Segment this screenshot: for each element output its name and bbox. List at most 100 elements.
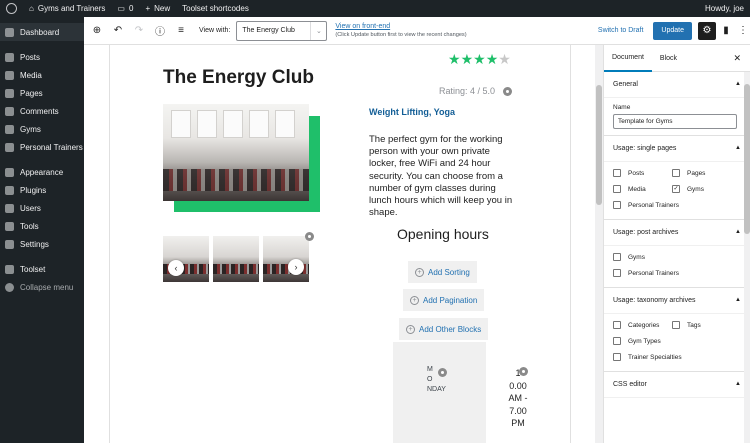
toolset-panel-button[interactable]: ▮ (719, 22, 733, 40)
opening-hours-heading[interactable]: Opening hours (397, 226, 489, 242)
name-field[interactable]: Template for Gyms (613, 114, 737, 129)
checkbox-gym-types[interactable] (613, 337, 621, 345)
checkbox-label: Tags (687, 321, 701, 329)
time-line: PM (511, 418, 525, 428)
comment-icon (5, 106, 14, 116)
sidebar-item-users[interactable]: Users (0, 199, 84, 217)
time-line: AM - (508, 393, 528, 403)
info-button[interactable]: ⓘ (152, 23, 168, 39)
panel-post-archives-header[interactable]: Usage: post archives ▲ (604, 220, 750, 246)
sidebar-item-gyms[interactable]: Gyms (0, 120, 84, 138)
checkbox-media[interactable] (613, 185, 621, 193)
checkbox-pages[interactable] (672, 169, 680, 177)
page-title[interactable]: The Energy Club (163, 67, 314, 89)
canvas-scrollbar[interactable] (595, 45, 603, 443)
howdy-label: Howdy, joe (705, 4, 744, 13)
sidebar-item-posts[interactable]: Posts (0, 48, 84, 66)
panel-general-header[interactable]: General ▲ (604, 72, 750, 98)
panel-single-pages-header[interactable]: Usage: single pages ▲ (604, 136, 750, 162)
close-icon[interactable]: ✕ (733, 53, 741, 64)
tab-block[interactable]: Block (652, 45, 685, 72)
tab-document[interactable]: Document (604, 45, 652, 72)
sidebar-item-toolset[interactable]: Toolset (0, 260, 84, 278)
sidebar-item-tools[interactable]: Tools (0, 217, 84, 235)
outline-button[interactable]: ≡ (173, 23, 189, 39)
update-button[interactable]: Update (653, 21, 692, 40)
star-filled-icon: ★ (485, 51, 499, 67)
checkbox-label: Posts (628, 169, 645, 177)
opening-day-cell[interactable]: M O NDAY (393, 342, 486, 443)
gallery-thumbnail[interactable] (213, 236, 259, 282)
day-line: NDAY (427, 386, 446, 393)
opening-time[interactable]: 1 0.00 AM - 7.00 PM (498, 367, 538, 430)
panel-css-editor-header[interactable]: CSS editor ▲ (604, 372, 750, 398)
rating-text-block: Rating: 4 / 5.0 (439, 86, 512, 97)
dynamic-source-icon[interactable] (438, 368, 447, 377)
site-name-link[interactable]: ⌂ Gyms and Trainers (23, 0, 111, 17)
undo-button[interactable]: ↶ (110, 23, 126, 39)
more-options-button[interactable]: ⋮ (736, 22, 750, 40)
checkbox-label: Gym Types (628, 337, 661, 345)
sidebar-item-label: Gyms (20, 124, 41, 134)
toolset-icon (5, 264, 14, 274)
panel-title: Usage: taxonomy archives (613, 297, 696, 304)
redo-button[interactable]: ↷ (131, 23, 147, 39)
checkbox-row: Posts Pages (604, 165, 750, 181)
gym-main-image[interactable] (163, 104, 309, 201)
checkbox-categories[interactable] (613, 321, 621, 329)
view-frontend-link[interactable]: View on front-end (335, 22, 466, 31)
account-menu[interactable]: Howdy, joe (699, 0, 750, 17)
settings-gear-button[interactable]: ⚙ (698, 21, 716, 40)
switch-to-draft-button[interactable]: Switch to Draft (598, 27, 644, 34)
sidebar-item-settings[interactable]: Settings (0, 235, 84, 253)
checkbox-archive-personal-trainers[interactable] (613, 269, 621, 277)
add-pagination-button[interactable]: + Add Pagination (403, 289, 485, 311)
checkbox-archive-gyms[interactable] (613, 253, 621, 261)
chevron-left-icon: ‹ (174, 263, 178, 273)
add-sorting-button[interactable]: + Add Sorting (408, 261, 477, 283)
gym-tags[interactable]: Weight Lifting, Yoga (369, 107, 455, 117)
checkbox-posts[interactable] (613, 169, 621, 177)
dynamic-source-icon[interactable] (502, 87, 512, 97)
gallery-thumbnail[interactable] (263, 236, 309, 282)
gallery-prev-button[interactable]: ‹ (168, 260, 184, 276)
sidebar-item-dashboard[interactable]: Dashboard (0, 23, 84, 41)
checkbox-row: Gym Types (604, 333, 750, 349)
gym-description[interactable]: The perfect gym for the working person w… (369, 134, 517, 219)
sidebar-item-label: Toolset (20, 264, 46, 274)
gallery-thumbnail[interactable] (163, 236, 209, 282)
time-line: 7.00 (509, 405, 527, 416)
gallery-next-button[interactable]: › (288, 259, 304, 275)
sidebar-item-label: Media (20, 70, 42, 80)
sidebar-item-personal-trainers[interactable]: Personal Trainers (0, 138, 84, 156)
add-block-button[interactable]: ⊕ (89, 23, 105, 39)
comments-count: 0 (128, 4, 134, 13)
sidebar-item-appearance[interactable]: Appearance (0, 163, 84, 181)
star-rating: ★★★★★ (448, 51, 511, 68)
media-icon (5, 70, 14, 80)
panel-taxonomy-archives-header[interactable]: Usage: taxonomy archives ▲ (604, 288, 750, 314)
comments-link[interactable]: ▭ 0 (111, 0, 139, 17)
editor-canvas: ★★★★★ The Energy Club Rating: 4 / 5.0 We… (84, 45, 603, 443)
wordpress-logo[interactable] (0, 0, 23, 17)
checkbox-gyms[interactable]: ✓ (672, 185, 680, 193)
name-field-label: Name (613, 104, 631, 111)
brush-icon (5, 167, 14, 177)
checkbox-tags[interactable] (672, 321, 680, 329)
sidebar-item-label: Pages (20, 88, 43, 98)
sidebar-item-media[interactable]: Media (0, 66, 84, 84)
view-with-select[interactable]: The Energy Club ⌄ (236, 20, 328, 41)
new-content-link[interactable]: + New (139, 0, 176, 17)
toolset-shortcodes-link[interactable]: Toolset shortcodes (176, 0, 255, 17)
checkbox-personal-trainers[interactable] (613, 201, 621, 209)
sidebar-item-plugins[interactable]: Plugins (0, 181, 84, 199)
dashboard-icon (5, 27, 14, 37)
dynamic-source-icon[interactable] (305, 232, 314, 241)
sidebar-collapse-menu[interactable]: Collapse menu (0, 278, 84, 296)
sidebar-item-comments[interactable]: Comments (0, 102, 84, 120)
checkbox-trainer-specialties[interactable] (613, 353, 621, 361)
sidebar-item-pages[interactable]: Pages (0, 84, 84, 102)
settings-scrollbar[interactable] (744, 72, 750, 443)
view-frontend-note: (Click Update button first to view the r… (335, 31, 467, 38)
add-other-blocks-button[interactable]: + Add Other Blocks (399, 318, 489, 340)
